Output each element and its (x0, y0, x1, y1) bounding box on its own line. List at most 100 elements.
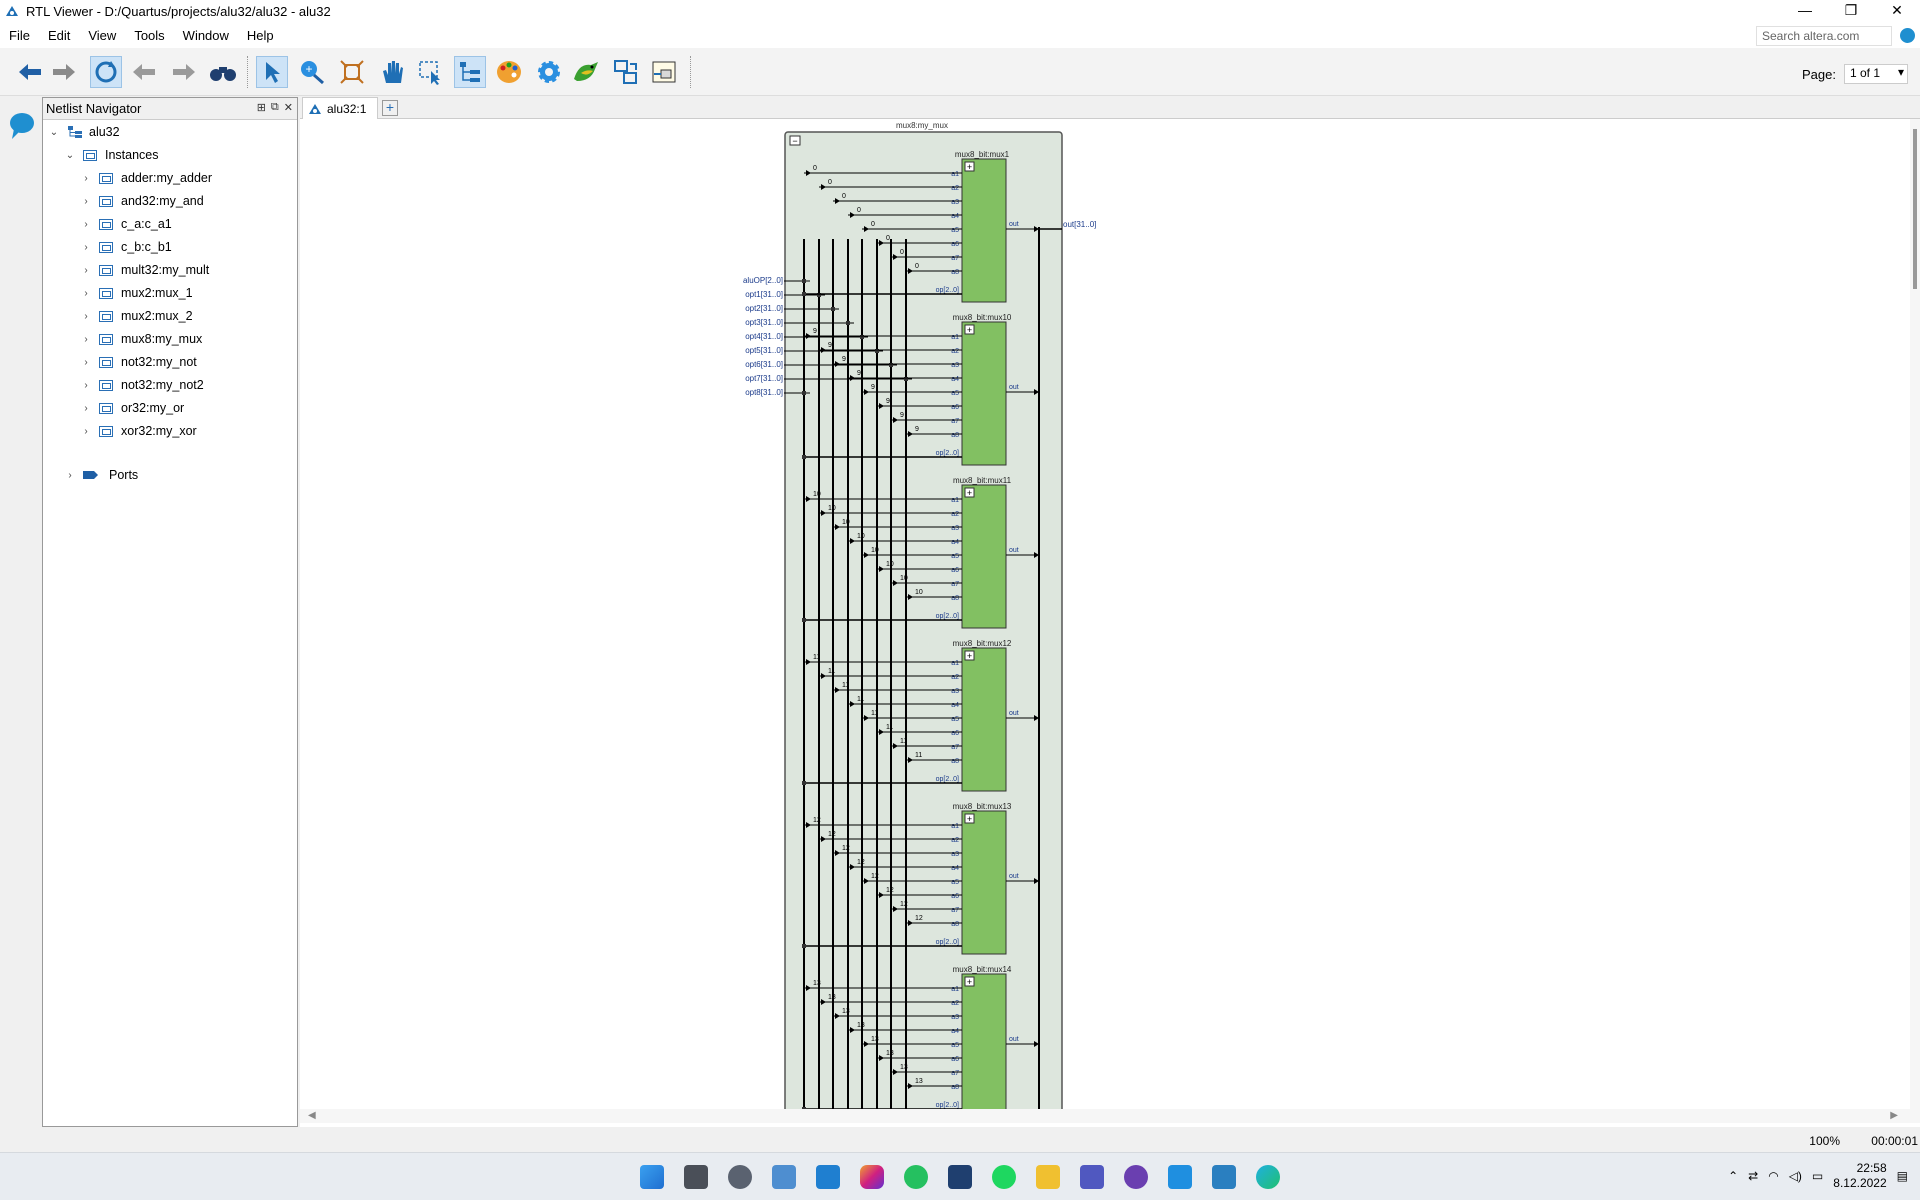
chevron-right-icon[interactable]: › (79, 242, 93, 253)
scroll-thumb[interactable] (1913, 129, 1917, 289)
tree-instance-item[interactable]: › adder:my_adder (79, 167, 212, 189)
battery-icon[interactable]: ▭ (1812, 1169, 1823, 1183)
chevron-right-icon[interactable]: › (79, 288, 93, 299)
volume-icon[interactable]: ◁) (1789, 1169, 1802, 1183)
chevron-right-icon[interactable]: › (79, 196, 93, 207)
edge-icon[interactable] (1256, 1165, 1280, 1189)
whatsapp-icon[interactable] (904, 1165, 928, 1189)
github-icon[interactable] (1124, 1165, 1148, 1189)
menu-file[interactable]: File (0, 28, 39, 43)
chevron-right-icon[interactable]: › (79, 403, 93, 414)
float-icon[interactable]: ⧉ (271, 101, 279, 114)
schematic-svg[interactable]: mux8:my_mux − aluOP[2..0] opt1[31..0] opt2[3… (300, 119, 1910, 1109)
prime-video-icon[interactable] (948, 1165, 972, 1189)
pin-icon[interactable]: ⊞ (257, 101, 266, 114)
gear-icon[interactable] (533, 56, 565, 88)
hand-pan-icon[interactable] (376, 56, 408, 88)
network-icon[interactable]: ⇄ (1748, 1169, 1758, 1183)
instance-icon (99, 356, 113, 368)
schematic-canvas[interactable]: mux8:my_mux − aluOP[2..0] opt1[31..0] opt2[3… (300, 119, 1910, 1109)
menu-tools[interactable]: Tools (125, 28, 173, 43)
chevron-right-icon[interactable]: › (79, 265, 93, 276)
quartus-icon[interactable] (1212, 1165, 1236, 1189)
chevron-right-icon[interactable]: › (79, 173, 93, 184)
fit-window-icon[interactable] (336, 56, 368, 88)
input-port-label: opt5[31..0] (745, 346, 783, 355)
step-forward-icon[interactable] (168, 56, 200, 88)
refresh-icon[interactable] (90, 56, 122, 88)
settings-icon[interactable] (728, 1165, 752, 1189)
back-icon[interactable] (14, 56, 46, 88)
tree-instance-item[interactable]: › mux2:mux_2 (79, 305, 192, 327)
tree-instance-item[interactable]: › mux2:mux_1 (79, 282, 192, 304)
netlist-icon[interactable] (648, 56, 680, 88)
globe-icon[interactable] (1900, 28, 1915, 43)
instance-label: mux8:my_mux (121, 332, 203, 346)
tree-instance-item[interactable]: › c_a:c_a1 (79, 213, 171, 235)
tree-instance-item[interactable]: › not32:my_not2 (79, 374, 203, 396)
chevron-right-icon[interactable]: › (79, 219, 93, 230)
tab-alu32[interactable]: alu32:1 (302, 97, 378, 119)
chevron-right-icon[interactable]: › (79, 380, 93, 391)
photos-icon[interactable] (772, 1165, 796, 1189)
export-icon[interactable] (610, 56, 642, 88)
teams-icon[interactable] (1080, 1165, 1104, 1189)
tree-instance-item[interactable]: › not32:my_not (79, 351, 196, 373)
tree-root[interactable]: ⌄ alu32 (47, 121, 120, 143)
tree-instance-item[interactable]: › xor32:my_xor (79, 420, 196, 442)
zoom-icon[interactable]: + (296, 56, 328, 88)
menu-edit[interactable]: Edit (39, 28, 79, 43)
add-tab-button[interactable]: + (382, 100, 398, 116)
tree-instance-item[interactable]: › or32:my_or (79, 397, 184, 419)
palette-icon[interactable] (493, 56, 525, 88)
chat-bubble-icon[interactable] (8, 111, 36, 141)
clock[interactable]: 22:58 8.12.2022 (1833, 1161, 1886, 1191)
restore-button[interactable]: ❐ (1828, 0, 1874, 22)
mail-icon[interactable] (816, 1165, 840, 1189)
tree-instance-item[interactable]: › mux8:my_mux (79, 328, 202, 350)
page-select[interactable]: 1 of 1 (1844, 64, 1908, 84)
close-button[interactable]: ✕ (1874, 0, 1920, 22)
tree-root-label: alu32 (89, 125, 120, 139)
close-icon[interactable]: ✕ (284, 101, 293, 114)
scroll-left-icon[interactable]: ◀ (308, 1110, 316, 1121)
spotify-icon[interactable] (992, 1165, 1016, 1189)
tree-instance-item[interactable]: › c_b:c_b1 (79, 236, 171, 258)
menu-view[interactable]: View (79, 28, 125, 43)
file-explorer-icon[interactable] (1036, 1165, 1060, 1189)
vscode-icon[interactable] (1168, 1165, 1192, 1189)
chevron-right-icon[interactable]: › (79, 311, 93, 322)
select-pointer-icon[interactable] (256, 56, 288, 88)
horizontal-scrollbar[interactable]: ◀ ▶ (300, 1109, 1920, 1123)
notification-icon[interactable]: ▤ (1897, 1169, 1908, 1183)
step-back-icon[interactable] (128, 56, 160, 88)
binoculars-icon[interactable] (207, 56, 239, 88)
minimize-button[interactable]: — (1782, 0, 1828, 22)
chevron-right-icon[interactable]: › (63, 470, 77, 481)
start-icon[interactable] (640, 1165, 664, 1189)
search-input[interactable]: Search altera.com (1756, 26, 1892, 46)
instagram-icon[interactable] (860, 1165, 884, 1189)
scroll-right-icon[interactable]: ▶ (1890, 1110, 1898, 1121)
tree-instance-item[interactable]: › and32:my_and (79, 190, 203, 212)
rubberband-select-icon[interactable] (414, 56, 446, 88)
task-view-icon[interactable] (684, 1165, 708, 1189)
chevron-right-icon[interactable]: › (79, 334, 93, 345)
bird-icon[interactable] (570, 56, 602, 88)
wifi-icon[interactable]: ◠ (1768, 1169, 1778, 1183)
chevron-up-icon[interactable]: ⌃ (1728, 1169, 1738, 1183)
menu-help[interactable]: Help (238, 28, 283, 43)
chevron-down-icon[interactable]: ⌄ (63, 150, 77, 161)
chevron-down-icon[interactable]: ⌄ (47, 127, 61, 138)
tree-ports[interactable]: › Ports (63, 464, 138, 486)
input-port-label: aluOP[2..0] (743, 276, 783, 285)
chevron-right-icon[interactable]: › (79, 357, 93, 368)
forward-disabled-icon[interactable] (48, 56, 80, 88)
chevron-right-icon[interactable]: › (79, 426, 93, 437)
bit-index-label: 12 (900, 901, 908, 908)
tree-instances[interactable]: ⌄ Instances (63, 144, 159, 166)
vertical-scrollbar[interactable] (1910, 119, 1920, 1109)
hierarchy-icon[interactable] (454, 56, 486, 88)
tree-instance-item[interactable]: › mult32:my_mult (79, 259, 209, 281)
menu-window[interactable]: Window (174, 28, 238, 43)
